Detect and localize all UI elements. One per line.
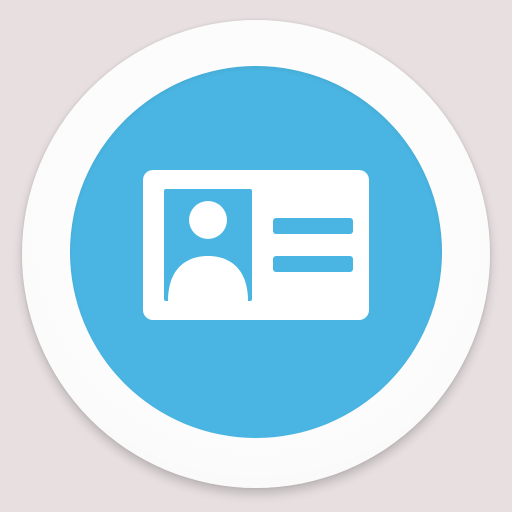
app-icon-stage — [0, 0, 512, 512]
id-card-icon — [143, 170, 369, 320]
